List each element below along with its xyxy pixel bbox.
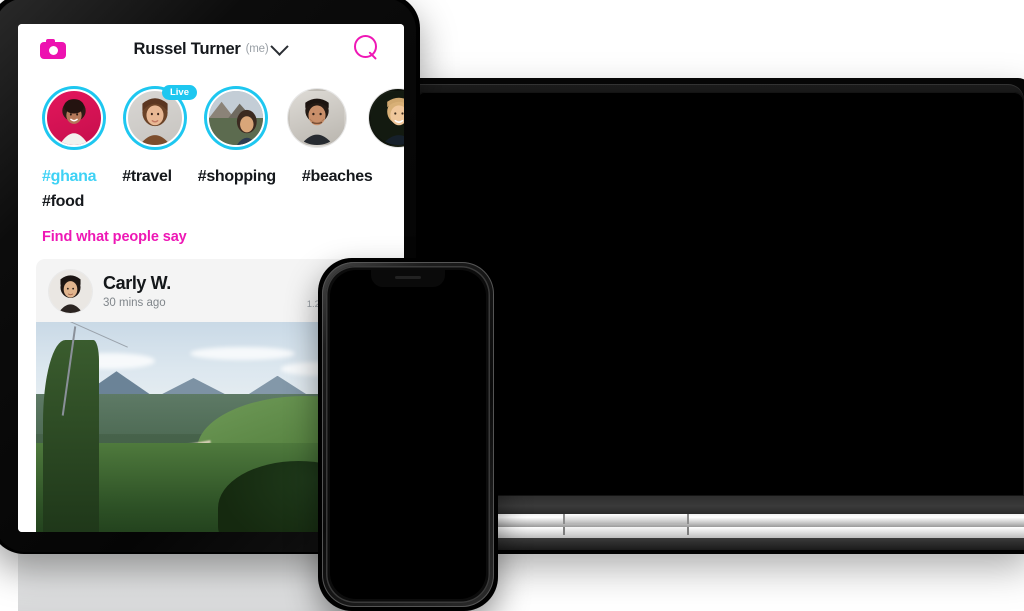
app-header: Russel Turner (me)	[18, 24, 404, 74]
header-user-title[interactable]: Russel Turner (me)	[66, 36, 354, 59]
desktop-tripcliq-logo: tripcliq	[1018, 288, 1024, 480]
post-meta: Carly W. 30 mins ago	[103, 273, 307, 309]
post-timestamp: 30 mins ago	[103, 296, 166, 309]
monitor-bottom-edge	[418, 550, 1024, 554]
screenshot-stage: tripcliq Russel Turner (me)	[0, 0, 1024, 611]
monitor-base-notch-lower	[563, 527, 689, 535]
story-item-3[interactable]	[204, 86, 268, 150]
phone-speaker-icon	[395, 275, 421, 279]
story-item-4[interactable]	[285, 86, 349, 150]
story-item-5[interactable]	[366, 86, 404, 150]
section-title-find-what-people-say: Find what people say	[42, 229, 187, 245]
stories-row[interactable]: Live	[18, 74, 404, 150]
hashtag-travel[interactable]: #travel	[122, 168, 172, 186]
hashtag-shopping[interactable]: #shopping	[198, 168, 276, 186]
header-user-name: Russel Turner	[133, 39, 241, 58]
hashtag-food[interactable]: #food	[42, 193, 84, 211]
monitor-screen: tripcliq	[418, 92, 1024, 496]
desktop-logo-mark	[1018, 288, 1024, 420]
hashtag-beaches[interactable]: #beaches	[302, 168, 373, 186]
phone-screen: tripcliq	[330, 270, 486, 599]
hashtag-ghana[interactable]: #ghana	[42, 168, 97, 186]
chevron-down-icon[interactable]	[270, 36, 290, 56]
story-item-1[interactable]	[42, 86, 106, 150]
hashtag-list[interactable]: #ghana #travel #shopping #beaches #food	[18, 150, 404, 211]
phone-notch	[371, 270, 445, 287]
story-item-2[interactable]: Live	[123, 85, 197, 150]
airplane-icon	[1020, 298, 1024, 384]
camera-icon[interactable]	[40, 39, 66, 59]
monitor-foot	[418, 538, 1024, 550]
avatar[interactable]	[49, 270, 92, 313]
header-user-suffix: (me)	[245, 43, 269, 55]
search-icon[interactable]	[354, 35, 382, 63]
story-live-badge: Live	[161, 85, 197, 100]
monitor-base-notch-upper	[563, 514, 689, 524]
post-author-name: Carly W.	[103, 273, 171, 294]
monitor-base-lower	[418, 527, 1024, 538]
monitor-base-upper	[418, 514, 1024, 527]
